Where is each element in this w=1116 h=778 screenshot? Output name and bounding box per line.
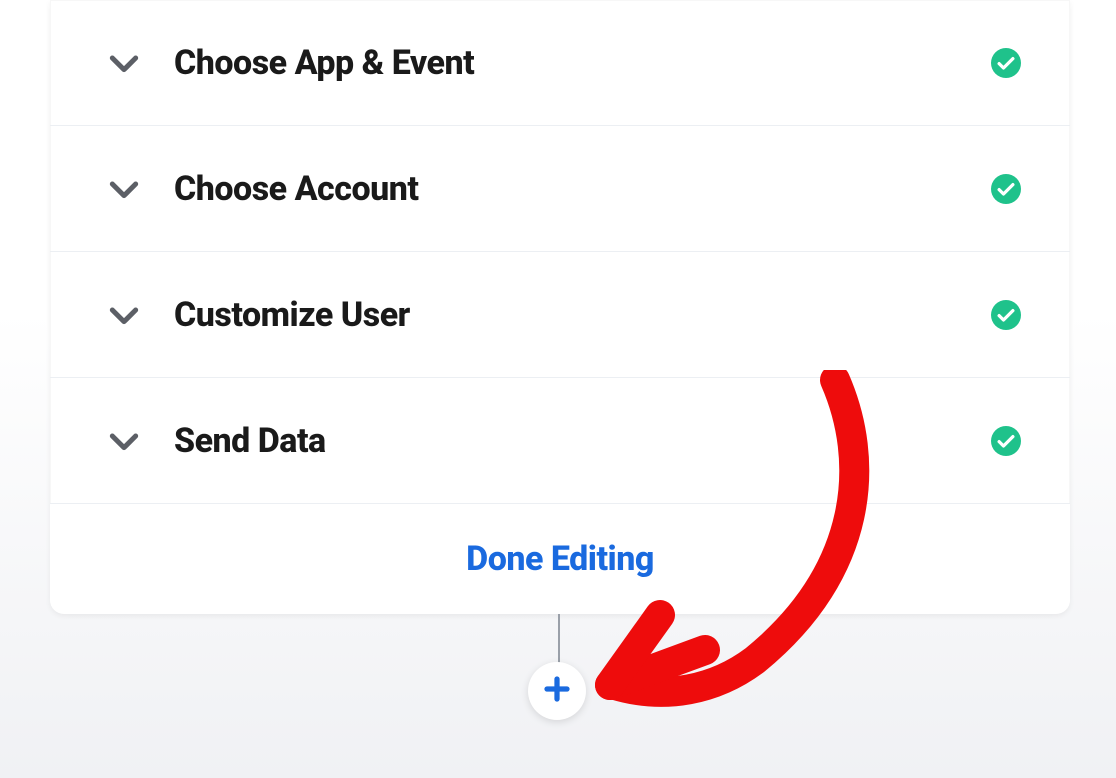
step-title: Send Data (154, 421, 986, 461)
done-editing-link[interactable]: Done Editing (466, 539, 654, 579)
step-row-choose-app-event[interactable]: Choose App & Event (50, 0, 1070, 126)
checkmark-circle-icon (986, 426, 1026, 456)
step-row-send-data[interactable]: Send Data (50, 378, 1070, 504)
card-footer: Done Editing (50, 504, 1070, 614)
step-title: Choose App & Event (154, 43, 986, 83)
checkmark-circle-icon (986, 48, 1026, 78)
checkmark-circle-icon (986, 174, 1026, 204)
step-title: Choose Account (154, 169, 986, 209)
step-row-customize-user[interactable]: Customize User (50, 252, 1070, 378)
checkmark-circle-icon (986, 300, 1026, 330)
plus-icon (542, 674, 572, 708)
add-step-button[interactable] (528, 662, 586, 720)
chevron-down-icon (94, 169, 154, 209)
chevron-down-icon (94, 295, 154, 335)
step-row-choose-account[interactable]: Choose Account (50, 126, 1070, 252)
step-card: Choose App & Event Choose Account Custom… (50, 0, 1070, 614)
chevron-down-icon (94, 43, 154, 83)
chevron-down-icon (94, 421, 154, 461)
step-title: Customize User (154, 295, 986, 335)
